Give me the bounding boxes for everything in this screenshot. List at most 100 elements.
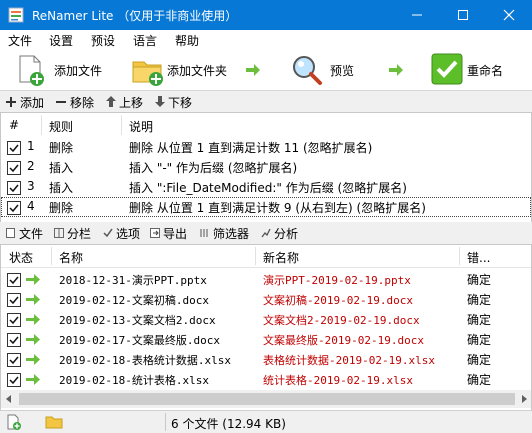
file-new-name: 文案文档2-2019-02-19.docx	[263, 314, 420, 327]
rule-name: 删除	[49, 201, 74, 215]
preview-magnifier-icon	[293, 56, 322, 85]
export-icon	[150, 228, 160, 238]
remove-rule-button[interactable]: 移除	[56, 91, 100, 113]
file-row[interactable]: 2019-02-17-文案最终版.docx 文案最终版-2019-02-19.d…	[1, 329, 531, 349]
rules-header: # 规则 说明	[1, 113, 531, 137]
rules-header-num[interactable]: #	[9, 118, 19, 132]
file-row[interactable]: 2019-02-12-文案初稿.docx 文案初稿-2019-02-19.doc…	[1, 289, 531, 309]
minimize-button[interactable]	[394, 0, 440, 30]
export-menu-label: 导出	[163, 227, 188, 241]
menu-settings[interactable]: 设置	[49, 32, 73, 49]
close-icon	[503, 9, 515, 21]
files-icon	[6, 228, 15, 238]
scroll-right-icon[interactable]	[520, 395, 528, 403]
rule-row[interactable]: 2 插入 插入 "-" 作为后缀 (忽略扩展名)	[1, 157, 531, 177]
file-checkbox[interactable]	[7, 273, 21, 287]
main-toolbar: 添加文件 添加文件夹 预览 重命名	[0, 50, 532, 90]
rename-label: 重命名	[467, 64, 504, 78]
plus-icon	[6, 97, 16, 107]
preview-label: 预览	[330, 64, 355, 78]
files-menu-button[interactable]: 文件	[6, 222, 48, 244]
columns-menu-button[interactable]: 分栏	[54, 222, 96, 244]
rule-checkbox[interactable]	[7, 181, 21, 195]
options-menu-button[interactable]: 选项	[103, 222, 145, 244]
scroll-left-icon[interactable]	[5, 395, 13, 403]
minimize-icon	[412, 14, 422, 16]
files-header-name[interactable]: 名称	[59, 249, 83, 266]
rule-name: 删除	[49, 141, 74, 155]
rename-button[interactable]: 重命名	[431, 50, 511, 90]
remove-rule-label: 移除	[70, 96, 95, 110]
checkmark-icon	[9, 164, 19, 173]
add-files-button[interactable]: 添加文件	[14, 50, 110, 90]
add-folder-button[interactable]: 添加文件夹	[131, 50, 241, 90]
file-new-name: 统计表格-2019-02-19.xlsx	[263, 374, 413, 387]
file-new-name: 演示PPT-2019-02-19.pptx	[263, 274, 411, 287]
analyze-icon	[261, 228, 271, 238]
options-icon	[103, 228, 113, 238]
preview-button[interactable]: 预览	[290, 50, 360, 90]
add-rule-label: 添加	[20, 96, 45, 110]
status-bar: 6 个文件 (12.94 KB)	[0, 410, 532, 433]
rules-header-rule[interactable]: 规则	[49, 118, 73, 135]
arrow-right-icon	[26, 334, 40, 345]
file-checkbox[interactable]	[7, 353, 21, 367]
maximize-icon	[458, 10, 468, 20]
rules-toolbar: 添加 移除 上移 下移	[0, 90, 532, 113]
rule-row[interactable]: 3 插入 插入 ":File_DateModified:" 作为后缀 (忽略扩展…	[1, 177, 531, 197]
maximize-button[interactable]	[440, 0, 486, 30]
menu-language[interactable]: 语言	[133, 32, 157, 49]
folder-small-icon[interactable]	[45, 415, 63, 429]
arrow-right-icon	[26, 274, 40, 285]
file-row[interactable]: 2019-02-18-统计表格.xlsx 统计表格-2019-02-19.xls…	[1, 369, 531, 389]
move-down-button[interactable]: 下移	[155, 91, 199, 113]
rule-checkbox[interactable]	[7, 161, 21, 175]
file-name: 2019-02-18-统计表格.xlsx	[59, 374, 209, 387]
scrollbar-thumb[interactable]	[19, 393, 515, 405]
menu-help[interactable]: 帮助	[175, 32, 199, 49]
window-title: ReNamer Lite （仅用于非商业使用）	[32, 9, 238, 23]
rule-row[interactable]: 1 删除 删除 从位置 1 直到满足计数 11 (忽略扩展名)	[1, 137, 531, 157]
analyze-menu-button[interactable]: 分析	[261, 222, 307, 244]
rules-header-desc[interactable]: 说明	[129, 118, 153, 135]
arrow-right-icon	[26, 294, 40, 305]
filters-menu-button[interactable]: 筛选器	[200, 222, 254, 244]
files-header-error[interactable]: 错...	[467, 249, 490, 266]
file-row[interactable]: 2019-02-18-表格统计数据.xlsx 表格统计数据-2019-02-19…	[1, 349, 531, 369]
file-checkbox[interactable]	[7, 333, 21, 347]
rule-desc: 删除 从位置 1 直到满足计数 9 (从右到左) (忽略扩展名)	[129, 201, 426, 215]
columns-menu-label: 分栏	[67, 227, 92, 241]
add-folder-icon	[132, 61, 163, 86]
arrow-right-icon	[26, 314, 40, 325]
add-file-small-icon[interactable]	[6, 414, 22, 430]
rule-desc: 删除 从位置 1 直到满足计数 11 (忽略扩展名)	[129, 141, 373, 155]
checkmark-icon	[9, 316, 19, 325]
move-up-button[interactable]: 上移	[106, 91, 150, 113]
add-rule-button[interactable]: 添加	[6, 91, 50, 113]
horizontal-scrollbar[interactable]	[1, 390, 531, 408]
move-up-label: 上移	[119, 96, 144, 110]
files-header-state[interactable]: 状态	[9, 249, 33, 266]
export-menu-button[interactable]: 导出	[150, 222, 192, 244]
file-checkbox[interactable]	[7, 313, 21, 327]
arrow-right-icon	[26, 374, 40, 385]
rule-checkbox[interactable]	[7, 201, 21, 215]
file-new-name: 文案初稿-2019-02-19.docx	[263, 294, 413, 307]
rule-row[interactable]: 4 删除 删除 从位置 1 直到满足计数 9 (从右到左) (忽略扩展名)	[1, 197, 531, 217]
checkmark-icon	[9, 356, 19, 365]
file-checkbox[interactable]	[7, 373, 21, 387]
rule-num: 1	[27, 139, 35, 153]
close-button[interactable]	[486, 0, 532, 30]
rule-checkbox[interactable]	[7, 141, 21, 155]
menu-presets[interactable]: 预设	[91, 32, 115, 49]
file-checkbox[interactable]	[7, 293, 21, 307]
file-status: 确定	[467, 333, 492, 347]
files-header-new-name[interactable]: 新名称	[263, 249, 299, 266]
menu-file[interactable]: 文件	[8, 32, 32, 49]
file-new-name: 文案最终版-2019-02-19.docx	[263, 334, 424, 347]
menu-bar: 文件 设置 预设 语言 帮助	[0, 30, 532, 50]
file-row[interactable]: 2019-02-13-文案文档2.docx 文案文档2-2019-02-19.d…	[1, 309, 531, 329]
file-row[interactable]: 2018-12-31-演示PPT.pptx 演示PPT-2019-02-19.p…	[1, 269, 531, 289]
files-header: 状态 名称 新名称 错...	[1, 245, 531, 268]
checkmark-icon	[9, 204, 19, 213]
